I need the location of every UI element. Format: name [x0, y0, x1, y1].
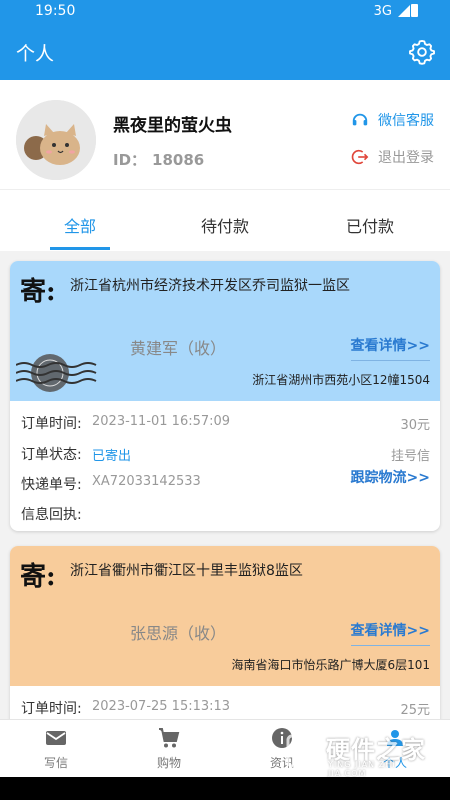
receipt-label: 信息回执: [21, 507, 82, 523]
receiver-name: 黄建军（收） [130, 339, 227, 358]
gear-icon[interactable] [408, 38, 436, 66]
signal-icon [398, 5, 410, 17]
tracking-number-label: 快递单号: [21, 477, 82, 493]
order-info: 订单时间: 2023-11-01 16:57:09 30元 订单状态: 已寄出 … [10, 401, 440, 531]
watermark-logo-icon [286, 734, 320, 768]
view-details-link[interactable]: 查看详情>> [350, 335, 430, 361]
tab-paid[interactable]: 已付款 [315, 213, 425, 237]
page-title: 个人 [16, 43, 55, 65]
user-nickname: 黑夜里的萤火虫 [113, 116, 232, 136]
nav-shopping-label: 购物 [156, 756, 181, 770]
envelope-header: 寄: 浙江省衢州市衢江区十里丰监狱8监区 张思源（收） 查看详情>> 海南省海口… [10, 546, 440, 686]
battery-icon [411, 4, 418, 17]
headset-icon [352, 113, 368, 126]
tab-all[interactable]: 全部 [25, 213, 135, 237]
mail-icon [46, 731, 66, 745]
tab-pending-payment[interactable]: 待付款 [170, 213, 280, 237]
order-status-label: 订单状态: [21, 447, 82, 463]
sender-address: 浙江省杭州市经济技术开发区乔司监狱一监区 [70, 278, 350, 294]
tracking-number-value: XA72033142533 [92, 474, 201, 489]
watermark: 硬件之家 YING JIAN ZHI JIA.COM [284, 730, 434, 778]
order-price: 30元 [400, 418, 430, 433]
order-card[interactable]: 寄: 浙江省衢州市衢江区十里丰监狱8监区 张思源（收） 查看详情>> 海南省海口… [10, 546, 440, 719]
envelope-header: 寄: 浙江省杭州市经济技术开发区乔司监狱一监区 黄建军（收） 查看详情>> 浙江… [10, 261, 440, 401]
order-time-label: 订单时间: [21, 701, 82, 717]
receiver-address: 海南省海口市怡乐路广博大厦6层101 [231, 658, 430, 672]
user-id-label: ID： [113, 151, 147, 169]
order-list[interactable]: 寄: 浙江省杭州市经济技术开发区乔司监狱一监区 黄建军（收） 查看详情>> 浙江… [0, 251, 450, 719]
order-card[interactable]: 寄: 浙江省杭州市经济技术开发区乔司监狱一监区 黄建军（收） 查看详情>> 浙江… [10, 261, 440, 531]
order-price: 25元 [400, 703, 430, 718]
user-id: ID： 18086 [113, 149, 204, 170]
tab-indicator [50, 247, 110, 250]
order-time-label: 订单时间: [21, 416, 82, 432]
track-logistics-link[interactable]: 跟踪物流>> [351, 467, 430, 487]
order-info: 订单时间: 2023-07-25 15:13:13 25元 [10, 686, 440, 719]
watermark-subtext: YING JIAN ZHI JIA.COM [328, 760, 396, 778]
wechat-service-button[interactable]: 微信客服 [351, 110, 434, 130]
receiver-name: 张思源（收） [130, 624, 227, 643]
sender-mark: 寄: [20, 562, 56, 592]
cart-icon [159, 728, 180, 748]
user-id-value: 18086 [152, 151, 205, 169]
view-details-link[interactable]: 查看详情>> [350, 620, 430, 646]
order-time-value: 2023-07-25 15:13:13 [92, 699, 231, 714]
cat-avatar-icon [16, 100, 96, 180]
order-status-value: 已寄出 [92, 449, 132, 464]
network-type: 3G [373, 4, 392, 19]
sender-address: 浙江省衢州市衢江区十里丰监狱8监区 [70, 563, 303, 579]
logout-button[interactable]: 退出登录 [351, 147, 434, 167]
avatar[interactable] [16, 100, 96, 180]
order-time-value: 2023-11-01 16:57:09 [92, 414, 231, 429]
nav-shopping[interactable]: 购物 [129, 726, 209, 771]
nav-write-letter-label: 写信 [43, 756, 68, 770]
status-bar: 19:50 3G [0, 0, 450, 24]
order-tabs: 全部 待付款 已付款 [0, 191, 450, 251]
system-navigation-bar [0, 777, 450, 800]
logout-icon [351, 149, 369, 165]
profile-header: 黑夜里的萤火虫 ID： 18086 微信客服 退出登录 [0, 80, 450, 190]
mail-type: 挂号信 [390, 449, 430, 464]
wechat-service-label: 微信客服 [378, 113, 434, 129]
receiver-address: 浙江省湖州市西苑小区12幢1504 [252, 373, 430, 387]
status-time: 19:50 [35, 3, 76, 19]
app-bar: 个人 [0, 24, 450, 80]
logout-label: 退出登录 [378, 150, 434, 166]
nav-write-letter[interactable]: 写信 [16, 726, 96, 771]
sender-mark: 寄: [20, 277, 56, 307]
postmark-stamp-icon [16, 354, 97, 392]
